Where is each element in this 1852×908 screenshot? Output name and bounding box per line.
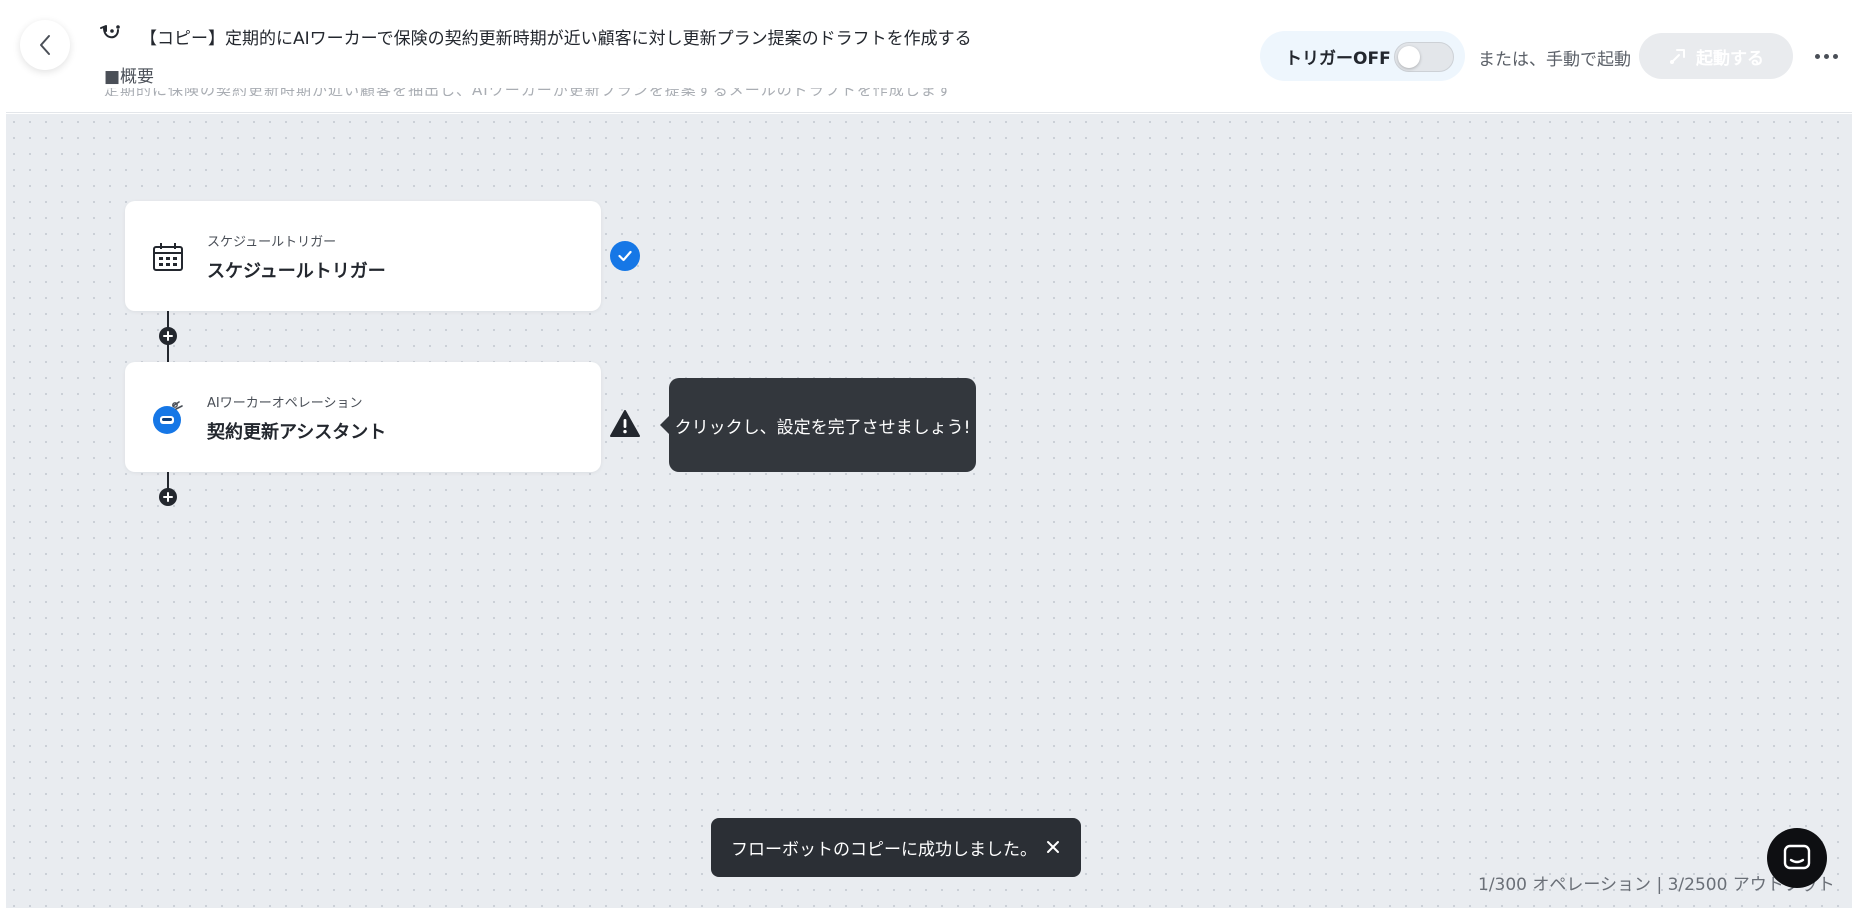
setup-hint-tooltip: クリックし、設定を完了させましょう! (660, 378, 976, 472)
overview-text-line: 定期的に保険の契約更新時期が近い顧客を抽出し、AIワーカーが更新プランを提案する… (104, 88, 1174, 96)
calendar-schedule-icon (153, 243, 183, 271)
trigger-label: トリガーOFF (1285, 48, 1391, 69)
more-dot-icon (1823, 53, 1829, 59)
connector-line (167, 344, 169, 362)
node-name: スケジュールトリガー (207, 261, 386, 282)
flowbot-header: 【コピー】定期的にAIワーカーで保険の契約更新時期が近い顧客に対し更新プラン提案… (6, 0, 1852, 113)
node-type-label: AIワーカーオペレーション (207, 396, 363, 411)
copy-success-toast: フローボットのコピーに成功しました。 (711, 818, 1081, 877)
close-icon (1047, 841, 1059, 853)
trigger-status: トリガーOFF (1260, 31, 1465, 81)
start-button[interactable]: 起動する (1639, 33, 1793, 79)
trigger-toggle[interactable] (1394, 42, 1454, 72)
add-step-button[interactable] (159, 327, 177, 345)
node-ai-worker-operation[interactable]: AIワーカーオペレーション 契約更新アシスタント (125, 362, 601, 472)
node-complete-status (610, 241, 640, 271)
trigger-toggle-knob (1398, 46, 1420, 68)
launch-icon (1670, 49, 1685, 64)
chat-icon (1783, 844, 1811, 870)
chat-support-button[interactable] (1767, 828, 1827, 888)
add-step-button[interactable] (159, 488, 177, 506)
toast-close-button[interactable] (1043, 837, 1063, 857)
overview-text: 定期的に保険の契約更新時期が近い顧客を抽出し、AIワーカーが更新プランを提案する… (104, 88, 1174, 96)
more-dot-icon (1832, 53, 1838, 59)
check-icon (618, 250, 632, 262)
start-button-label: 起動する (1696, 48, 1764, 69)
flowbot-icon (100, 25, 120, 39)
tooltip-text: クリックし、設定を完了させましょう! (674, 417, 971, 438)
more-dot-icon (1814, 53, 1820, 59)
node-type-label: スケジュールトリガー (207, 235, 337, 250)
warning-icon (610, 410, 640, 437)
flowbot-title[interactable]: 【コピー】定期的にAIワーカーで保険の契約更新時期が近い顧客に対し更新プラン提案… (140, 24, 972, 49)
back-button[interactable] (20, 20, 70, 70)
chevron-left-icon (40, 35, 50, 55)
overview-label: ■概要 (104, 67, 155, 87)
toast-message: フローボットのコピーに成功しました。 (731, 840, 1037, 860)
plus-icon (163, 331, 173, 341)
node-schedule-trigger[interactable]: スケジュールトリガー スケジュールトリガー (125, 201, 601, 311)
plus-icon (163, 492, 173, 502)
ai-worker-icon (153, 401, 183, 434)
flow-canvas[interactable]: スケジュールトリガー スケジュールトリガー AIワーカーオペレーション 契約更新… (6, 114, 1852, 908)
manual-start-label: または、手動で起動 (1478, 50, 1631, 70)
node-name: 契約更新アシスタント (207, 422, 387, 443)
more-options-button[interactable] (1810, 42, 1842, 70)
